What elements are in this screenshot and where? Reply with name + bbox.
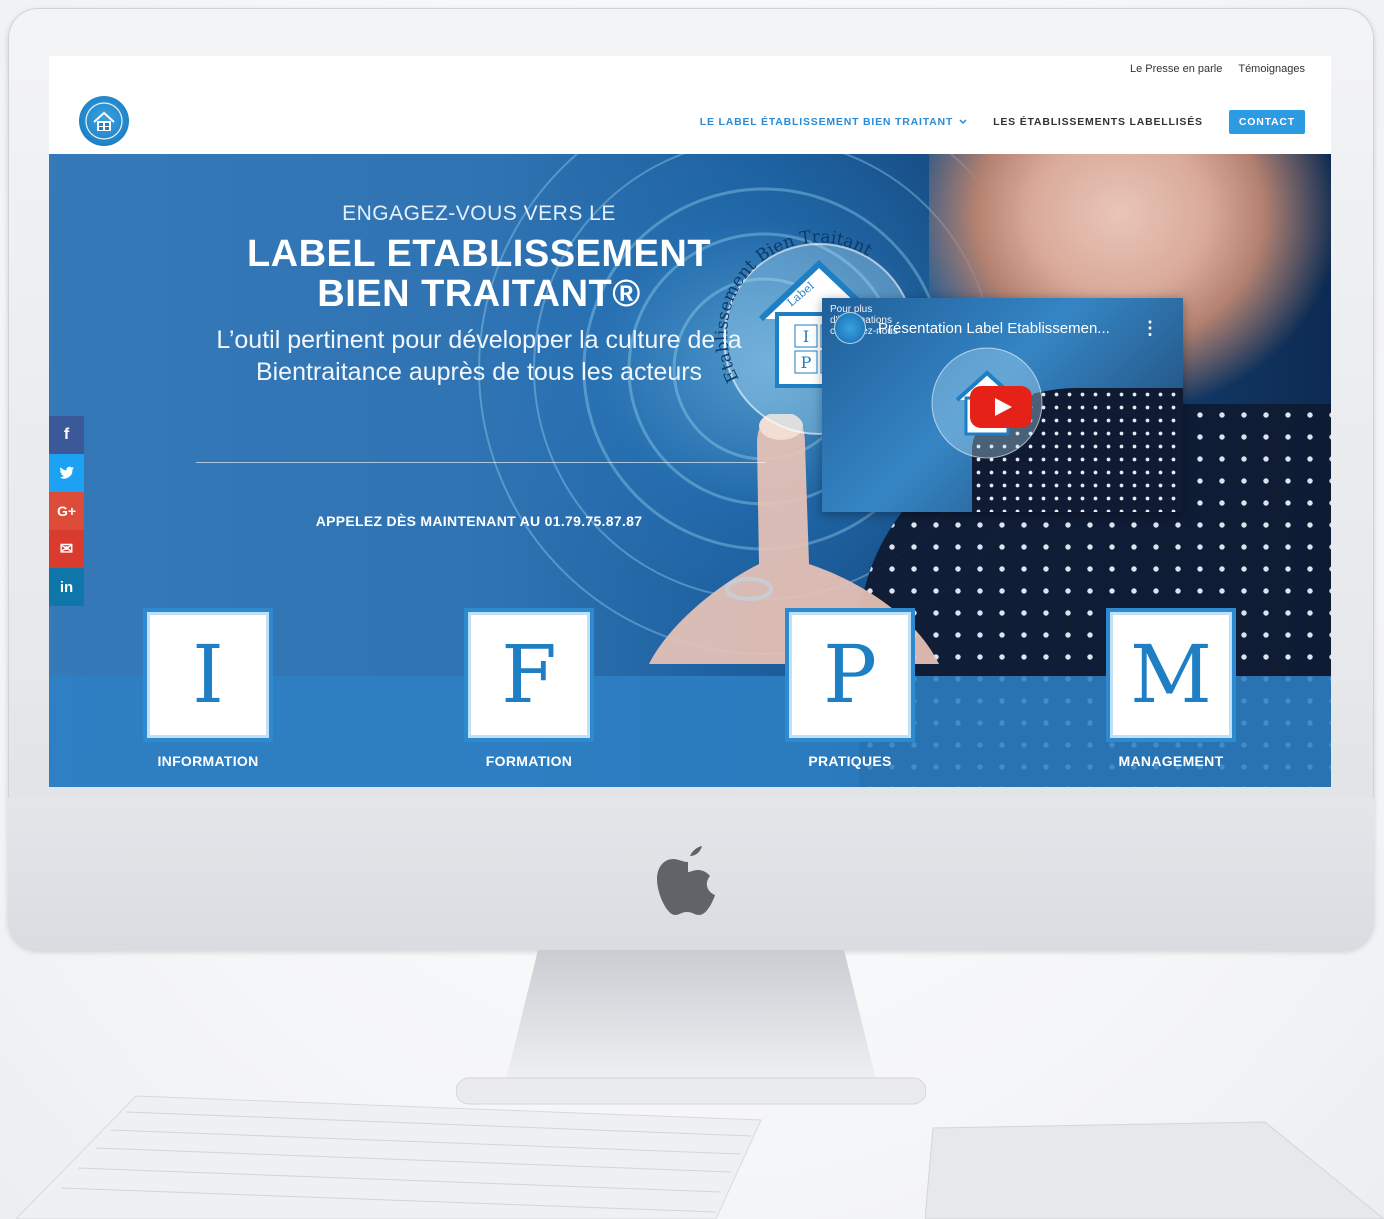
hero-text-block: ENGAGEZ-VOUS VERS LE LABEL ETABLISSEMENT… — [189, 202, 769, 388]
main-header: LE LABEL ÉTABLISSEMENT BIEN TRAITANT LES… — [49, 86, 1331, 154]
site-logo[interactable] — [79, 96, 129, 146]
twitter-bird-icon — [59, 466, 74, 479]
desktop-mockup: Le Presse en parle Témoignages LE LABEL … — [0, 0, 1384, 1219]
pillar-label: FORMATION — [485, 753, 573, 769]
nav-label-menu-text: LE LABEL ÉTABLISSEMENT BIEN TRAITANT — [699, 116, 954, 128]
imac-stand — [456, 950, 926, 1105]
call-to-action-phone[interactable]: APPELEZ DÈS MAINTENANT AU 01.79.75.87.87 — [189, 513, 769, 529]
pillar-letter: P — [823, 628, 877, 721]
twitter-icon[interactable] — [49, 454, 84, 492]
youtube-play-icon[interactable] — [970, 386, 1032, 428]
hero-pre-title: ENGAGEZ-VOUS VERS LE — [342, 202, 616, 225]
pillar-tile: I — [143, 608, 273, 742]
pillar-label: PRATIQUES — [808, 753, 892, 769]
badge-letter-i: I — [803, 327, 809, 346]
video-more-icon[interactable]: ⋮ — [1141, 318, 1159, 339]
pillar-tile-inner: P — [789, 612, 911, 738]
pillar-tile: F — [464, 608, 594, 742]
apple-logo-icon — [657, 846, 715, 915]
pillar-tile: P — [785, 608, 915, 742]
pillar-tile: M — [1106, 608, 1236, 742]
pillar-tile-inner: F — [468, 612, 590, 738]
contact-button[interactable]: CONTACT — [1228, 110, 1305, 134]
hero-title-line2: BIEN TRAITANT® — [317, 273, 641, 315]
pillar-letter: F — [501, 628, 557, 721]
youtube-video-embed[interactable]: Pour plus d'informations contactez-nous … — [822, 298, 1183, 512]
channel-avatar[interactable] — [834, 312, 866, 344]
pillar-tile-inner: M — [1110, 612, 1232, 738]
pillar-letter: M — [1130, 628, 1212, 721]
trackpad — [925, 1121, 1384, 1219]
badge-letter-p: P — [801, 353, 812, 372]
browser-screen: Le Presse en parle Témoignages LE LABEL … — [49, 56, 1331, 787]
hero-section: Etablissement Bien Traitant Label I F P … — [49, 154, 1331, 787]
hero-divider — [196, 462, 766, 463]
google-plus-icon[interactable]: G+ — [49, 492, 84, 530]
testimonials-link[interactable]: Témoignages — [1238, 63, 1305, 75]
hero-title-line1: LABEL ETABLISSEMENT — [246, 233, 712, 275]
top-bar: Le Presse en parle Témoignages — [49, 56, 1331, 86]
nav-label-menu[interactable]: LE LABEL ÉTABLISSEMENT BIEN TRAITANT — [700, 116, 967, 128]
pillar-label: INFORMATION — [157, 753, 259, 769]
house-logo-icon — [85, 102, 123, 140]
press-link[interactable]: Le Presse en parle — [1130, 63, 1222, 75]
chevron-down-icon — [959, 119, 967, 125]
email-icon[interactable]: ✉ — [49, 530, 84, 568]
main-nav: LE LABEL ÉTABLISSEMENT BIEN TRAITANT LES… — [700, 110, 1305, 134]
pillar-management[interactable]: M MANAGEMENT — [1106, 608, 1236, 769]
social-share-bar: f G+ ✉ in — [49, 416, 84, 606]
pillar-letter: I — [192, 628, 224, 721]
pillar-information[interactable]: I INFORMATION — [143, 608, 273, 769]
pillar-tile-inner: I — [147, 612, 269, 738]
pillar-label: MANAGEMENT — [1118, 753, 1224, 769]
video-title[interactable]: Présentation Label Etablissemen... — [878, 320, 1110, 337]
pillar-formation[interactable]: F FORMATION — [464, 608, 594, 769]
linkedin-icon[interactable]: in — [49, 568, 84, 606]
hero-subtitle: L’outil pertinent pour développer la cul… — [216, 326, 742, 386]
facebook-icon[interactable]: f — [49, 416, 84, 454]
pillar-pratiques[interactable]: P PRATIQUES — [785, 608, 915, 769]
keyboard — [16, 1095, 762, 1219]
nav-establishments[interactable]: LES ÉTABLISSEMENTS LABELLISÉS — [993, 116, 1203, 128]
top-links: Le Presse en parle Témoignages — [1130, 63, 1305, 75]
